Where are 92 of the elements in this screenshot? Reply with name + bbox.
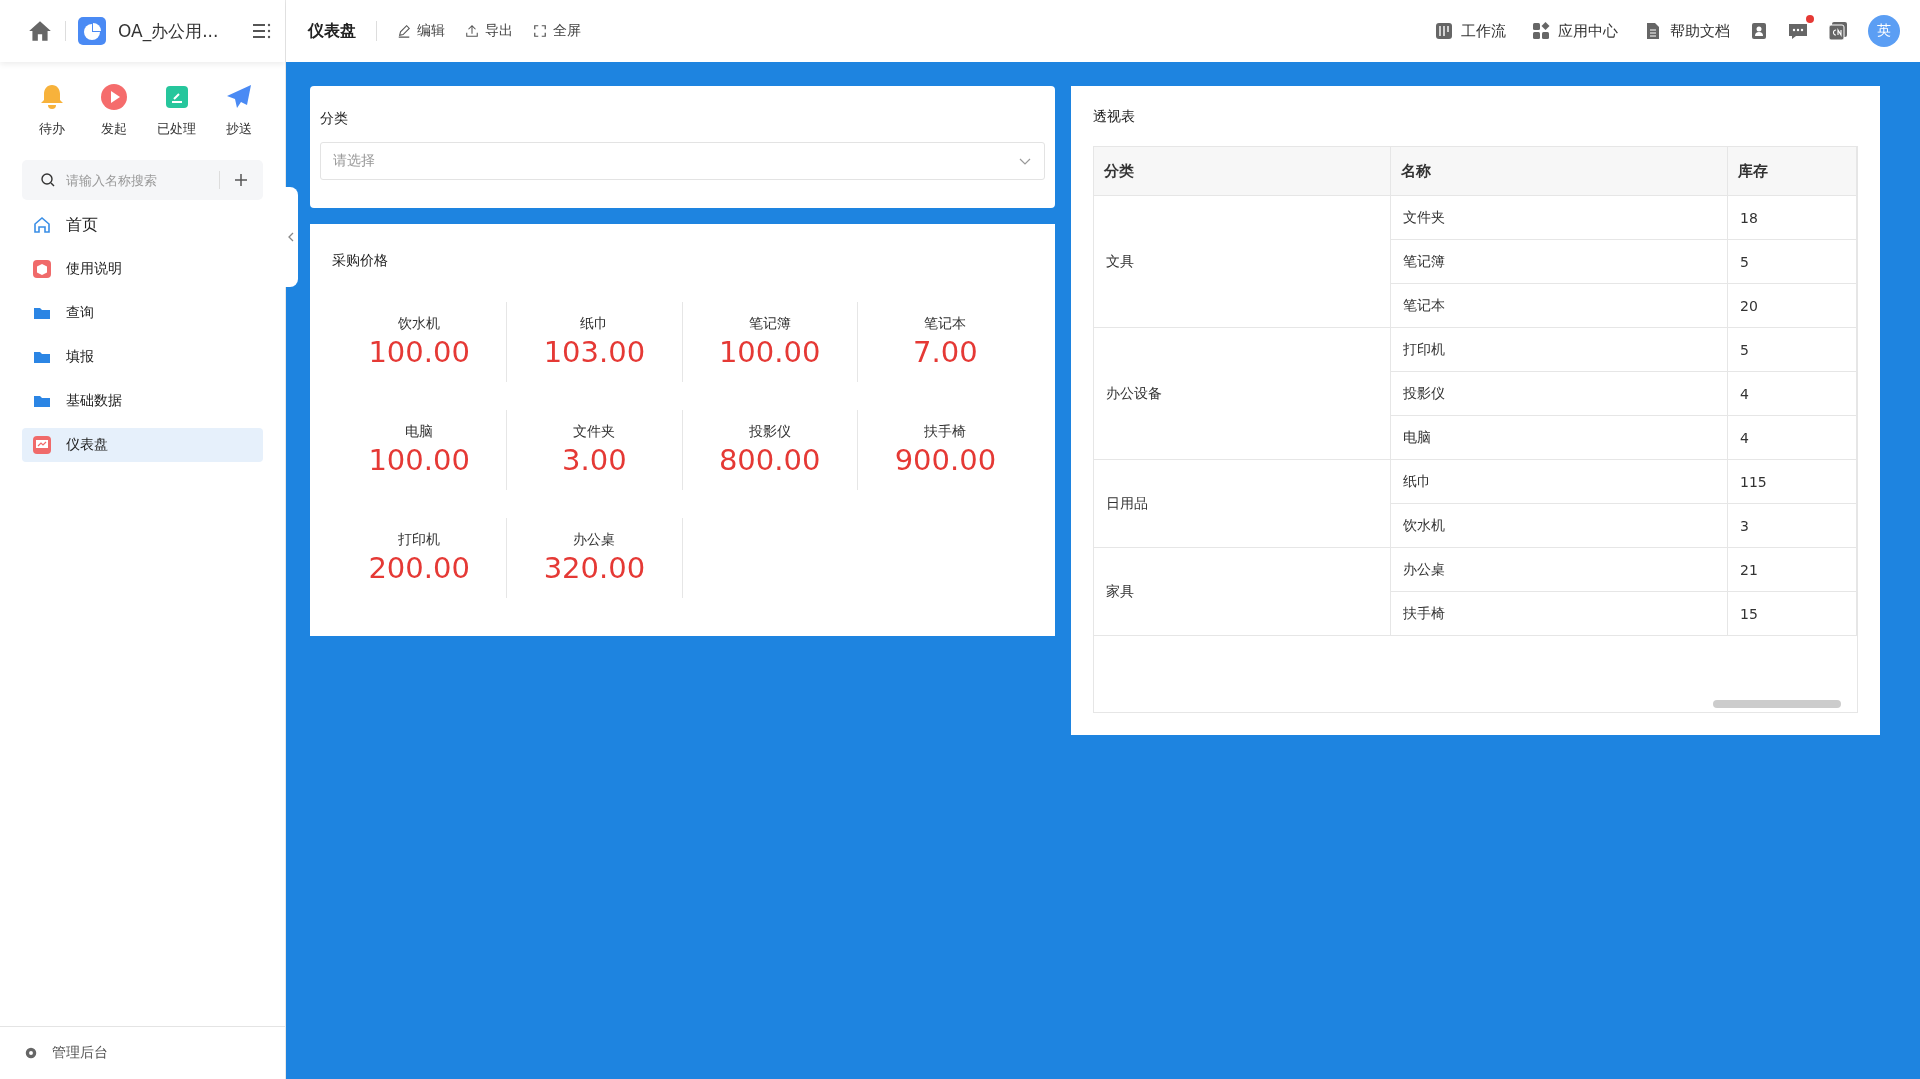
table-cell: 电脑 <box>1390 415 1728 460</box>
metric-value: 7.00 <box>913 335 978 369</box>
metric-label: 打印机 <box>398 531 441 549</box>
table-cell: 3 <box>1727 503 1857 548</box>
column-header: 名称 <box>1390 147 1728 196</box>
nav-item[interactable]: 填报 <box>22 340 263 374</box>
add-button[interactable] <box>219 160 263 200</box>
metric-value: 100.00 <box>718 335 821 369</box>
app-title: OA_办公用... <box>118 19 220 43</box>
metric-value: 900.00 <box>894 443 997 477</box>
metric-value: 100.00 <box>368 335 470 369</box>
fullscreen-icon <box>533 24 547 38</box>
apps-icon <box>1532 22 1550 40</box>
upload-icon <box>465 24 479 38</box>
toolbar-button[interactable]: 导出 <box>465 22 513 40</box>
chart-icon <box>32 435 52 455</box>
column-header: 分类 <box>1094 147 1391 196</box>
shortcut-button[interactable]: 待办 <box>30 82 74 138</box>
card-title: 采购价格 <box>332 252 389 270</box>
table-cell: 笔记本 <box>1390 283 1728 328</box>
nav-item[interactable]: 基础数据 <box>22 384 263 418</box>
metric-label: 文件夹 <box>573 423 616 441</box>
table-cell: 15 <box>1727 591 1857 636</box>
add-icon <box>233 172 249 188</box>
table-cell: 21 <box>1727 547 1857 592</box>
metric-value: 103.00 <box>543 335 646 369</box>
nav-item[interactable]: 使用说明 <box>22 252 263 286</box>
app-logo-icon <box>78 17 106 45</box>
filter-label: 分类 <box>320 110 349 128</box>
nav-item[interactable]: 查询 <box>22 296 263 330</box>
shortcut-button[interactable]: 抄送 <box>217 82 261 138</box>
metric-label: 纸巾 <box>580 315 609 333</box>
table-cell: 办公设备 <box>1094 327 1391 460</box>
message-icon[interactable] <box>1788 21 1808 41</box>
card-title: 透视表 <box>1093 108 1136 126</box>
pencil-icon <box>397 24 411 38</box>
settings-icon <box>24 1046 38 1060</box>
toolbar-button[interactable]: 全屏 <box>533 22 581 40</box>
metric-label: 办公桌 <box>573 531 616 549</box>
search-input[interactable]: 请输入名称搜索 <box>64 171 211 189</box>
header-link[interactable]: 工作流 <box>1435 21 1506 41</box>
table-cell: 办公桌 <box>1390 547 1728 592</box>
table-cell: 笔记簿 <box>1390 239 1728 284</box>
contacts-icon[interactable] <box>1750 22 1768 40</box>
header-link[interactable]: 应用中心 <box>1532 21 1618 41</box>
metric-value: 320.00 <box>543 551 646 585</box>
document-icon <box>1644 22 1662 40</box>
table-cell: 20 <box>1727 283 1857 328</box>
shortcut-button[interactable]: 发起 <box>92 82 137 138</box>
table-cell: 家具 <box>1094 547 1391 636</box>
table-cell: 115 <box>1727 459 1857 504</box>
search-field[interactable]: 请输入名称搜索 <box>22 160 219 200</box>
collapse-handle[interactable] <box>284 187 298 287</box>
column-header: 库存 <box>1727 147 1857 196</box>
metric-label: 笔记簿 <box>748 315 791 333</box>
search-icon <box>40 172 56 188</box>
page-title: 仪表盘 <box>308 20 356 42</box>
metric-value: 100.00 <box>368 443 470 477</box>
table-cell: 文具 <box>1094 195 1391 328</box>
home-icon <box>32 215 52 235</box>
table-cell: 投影仪 <box>1390 371 1728 416</box>
admin-link[interactable]: 管理后台 <box>0 1026 285 1079</box>
metric-value: 3.00 <box>562 443 627 477</box>
metric-value: 200.00 <box>368 551 470 585</box>
metric-value: 800.00 <box>718 443 821 477</box>
table-cell: 5 <box>1727 239 1857 284</box>
nav-item[interactable]: 首页 <box>22 208 263 242</box>
menu-icon[interactable] <box>251 21 271 41</box>
header-link[interactable]: 帮助文档 <box>1644 21 1730 41</box>
table-cell: 扶手椅 <box>1390 591 1728 636</box>
table-cell: 饮水机 <box>1390 503 1728 548</box>
nav-item[interactable]: 仪表盘 <box>22 428 263 462</box>
cube-icon <box>32 259 52 279</box>
metric-label: 电脑 <box>405 423 434 441</box>
table-cell: 打印机 <box>1390 327 1728 372</box>
table-cell: 4 <box>1727 371 1857 416</box>
table-cell: 纸巾 <box>1390 459 1728 504</box>
table-cell: 日用品 <box>1094 459 1391 548</box>
table-cell: 文件夹 <box>1390 195 1728 240</box>
flow-icon <box>1435 22 1453 40</box>
table-cell: 4 <box>1727 415 1857 460</box>
table-cell: 18 <box>1727 195 1857 240</box>
table-cell: 5 <box>1727 327 1857 372</box>
metric-label: 扶手椅 <box>924 423 967 441</box>
play-icon <box>99 82 130 112</box>
shortcut-button[interactable]: 已处理 <box>154 82 199 138</box>
metric-label: 饮水机 <box>398 315 441 333</box>
metric-label: 笔记本 <box>924 315 967 333</box>
scrollbar-thumb[interactable] <box>1713 700 1841 708</box>
metric-label: 投影仪 <box>748 423 791 441</box>
toolbar-button[interactable]: 编辑 <box>397 22 445 40</box>
language-icon[interactable] <box>1828 21 1848 41</box>
